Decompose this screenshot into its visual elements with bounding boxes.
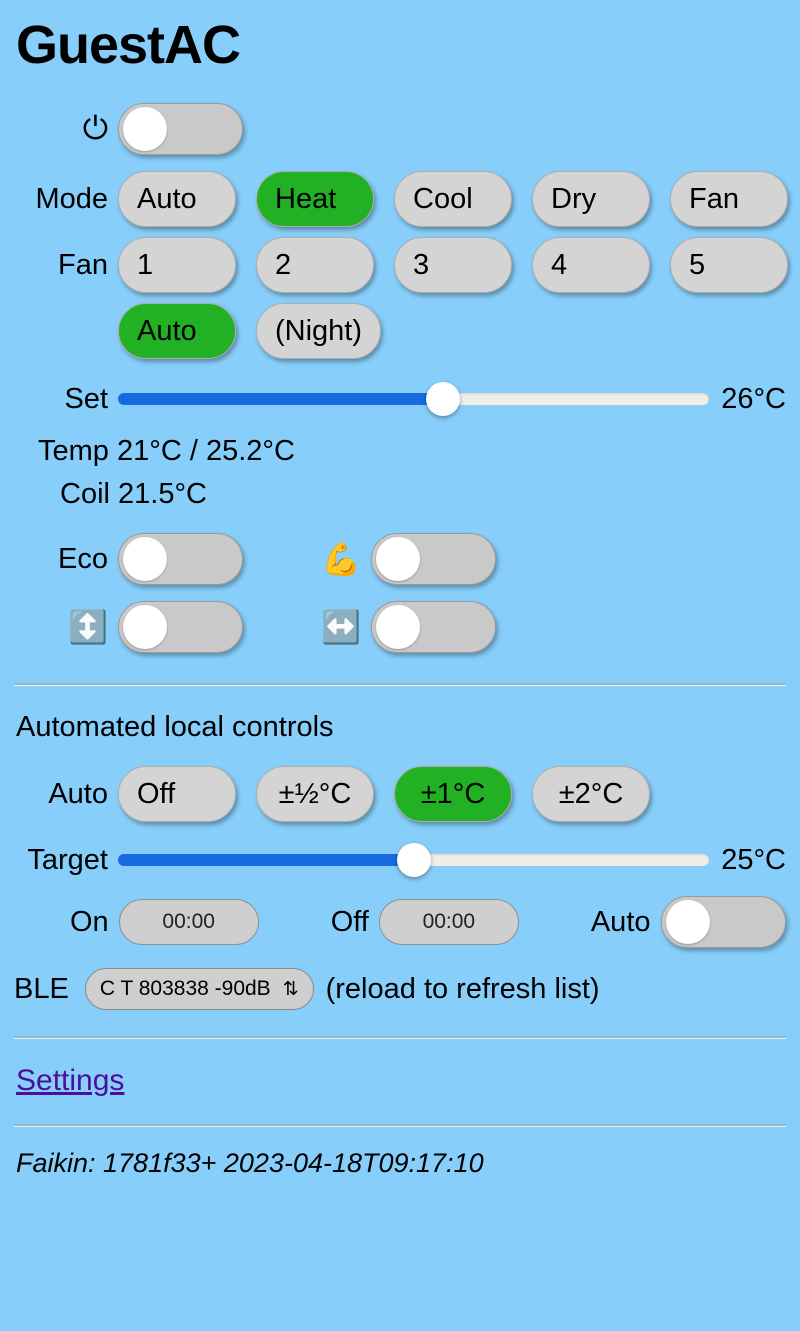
auto-button-off[interactable]: Off (118, 766, 236, 823)
mode-row: Mode Auto Heat Cool Dry Fan (14, 171, 788, 228)
ble-select-value: C T 803838 -90dB (99, 977, 271, 1001)
fan-button-1[interactable]: 1 (118, 237, 236, 294)
auto-button-one-degree[interactable]: ±1°C (394, 766, 512, 823)
eco-toggle[interactable] (118, 533, 243, 586)
set-slider[interactable] (118, 382, 710, 417)
fan-label: Fan (58, 248, 108, 281)
fan-button-night[interactable]: (Night) (256, 303, 382, 360)
swing-vertical-toggle[interactable] (118, 601, 243, 654)
target-label: Target (27, 843, 108, 876)
fan-speed-row: Fan 1 2 3 4 5 (14, 237, 788, 294)
up-down-arrow-icon: ↕️ (68, 609, 108, 646)
mode-button-auto[interactable]: Auto (118, 171, 236, 228)
mode-button-dry[interactable]: Dry (532, 171, 650, 228)
toggle-knob (123, 107, 167, 152)
power-icon: ⏻ (82, 110, 108, 147)
auto-button-half-degree[interactable]: ±½°C (256, 766, 374, 823)
target-slider-value: 25°C (721, 843, 786, 876)
mode-button-cool[interactable]: Cool (394, 171, 512, 228)
eco-label: Eco (58, 542, 108, 575)
temp-readout: Temp 21°C / 25.2°C (38, 435, 295, 468)
timer-off-input[interactable]: 00:00 (378, 899, 519, 946)
target-slider-row: Target 25°C (14, 838, 786, 882)
footer-version: Faikin: 1781f33+ 2023-04-18T09:17:10 (16, 1148, 484, 1179)
timer-on-label: On (70, 905, 109, 938)
set-slider-fill (118, 393, 444, 406)
toggle-knob (376, 605, 420, 650)
timer-off-label: Off (330, 905, 369, 938)
timer-auto-toggle[interactable] (660, 896, 786, 949)
mode-label: Mode (35, 182, 108, 215)
fan-button-auto[interactable]: Auto (118, 303, 236, 360)
ac-control-page: GuestAC ⏻ Mode Auto Heat Cool Dry Fan Fa… (0, 15, 800, 1179)
power-row: ⏻ (14, 103, 786, 156)
page-title: GuestAC (16, 15, 241, 75)
section-divider-top (14, 683, 786, 686)
target-slider-wrap: 25°C (118, 838, 786, 882)
target-slider-fill (118, 854, 414, 867)
mode-button-fan[interactable]: Fan (670, 171, 788, 228)
eco-powerful-row: Eco 💪 (14, 533, 786, 586)
fan-button-4[interactable]: 4 (532, 237, 650, 294)
fan-extra-row: Auto (Night) (14, 303, 786, 360)
ble-select[interactable]: C T 803838 -90dB ⇅ (84, 968, 314, 1011)
timer-on-input[interactable]: 00:00 (118, 899, 259, 946)
ble-note: (reload to refresh list) (325, 972, 600, 1005)
target-slider-thumb[interactable] (396, 843, 431, 878)
chevron-updown-icon: ⇅ (282, 978, 299, 1000)
toggle-knob (376, 537, 420, 582)
ble-label: BLE (14, 972, 69, 1005)
set-slider-thumb[interactable] (426, 382, 461, 417)
toggle-knob (123, 537, 167, 582)
ble-row: BLE C T 803838 -90dB ⇅ (reload to refres… (14, 968, 786, 1011)
coil-readout: Coil 21.5°C (60, 478, 207, 511)
fan-button-2[interactable]: 2 (256, 237, 374, 294)
set-slider-wrap: 26°C (118, 377, 786, 421)
automated-heading: Automated local controls (16, 711, 334, 744)
auto-button-two-degree[interactable]: ±2°C (532, 766, 650, 823)
swing-row: ↕️ ↔️ (14, 601, 786, 654)
power-toggle[interactable] (118, 103, 243, 156)
timer-row: On 00:00 Off 00:00 Auto (14, 896, 786, 949)
powerful-toggle[interactable] (371, 533, 496, 586)
fan-button-3[interactable]: 3 (394, 237, 512, 294)
set-slider-value: 26°C (721, 382, 786, 415)
swing-horizontal-toggle[interactable] (371, 601, 496, 654)
set-label: Set (64, 382, 108, 415)
set-slider-row: Set 26°C (14, 377, 786, 421)
toggle-knob (123, 605, 167, 650)
section-divider-middle (14, 1036, 786, 1039)
section-divider-bottom (14, 1124, 786, 1127)
flexed-biceps-icon: 💪 (321, 541, 361, 578)
settings-link[interactable]: Settings (16, 1064, 124, 1098)
target-slider[interactable] (118, 843, 710, 878)
auto-threshold-row: Auto Off ±½°C ±1°C ±2°C (14, 766, 786, 823)
timer-auto-label: Auto (590, 905, 651, 938)
fan-button-5[interactable]: 5 (670, 237, 788, 294)
left-right-arrow-icon: ↔️ (321, 609, 361, 646)
auto-label: Auto (48, 777, 108, 810)
toggle-knob (665, 900, 710, 945)
mode-button-heat[interactable]: Heat (256, 171, 374, 228)
